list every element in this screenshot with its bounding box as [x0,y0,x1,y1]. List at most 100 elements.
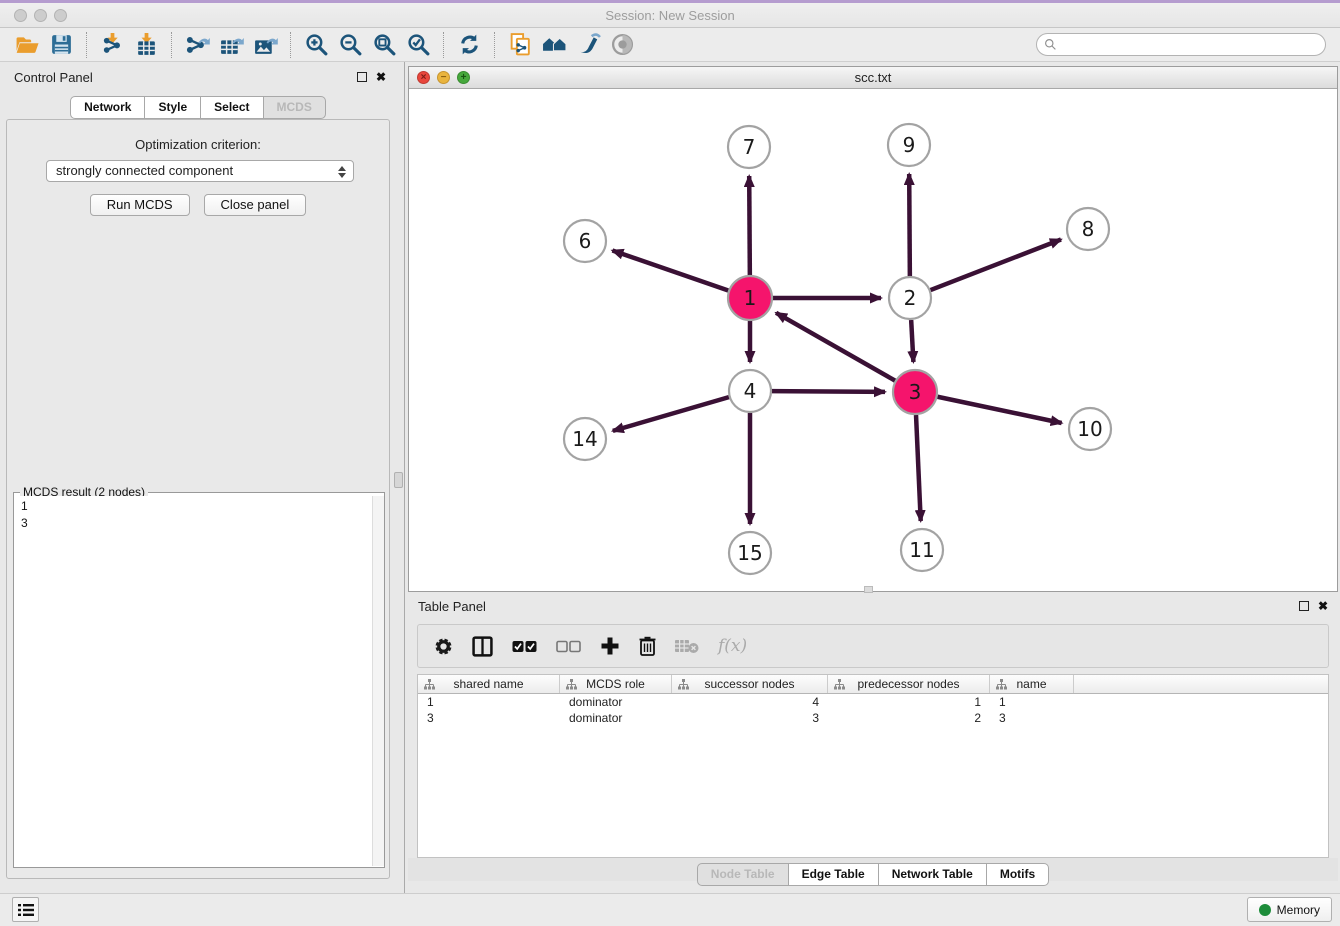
delete-table-icon [675,638,699,654]
network-window: × − + scc.txt 7968124314101511 [408,66,1338,592]
column-type-icon [996,679,1007,690]
zoom-selected-button[interactable] [401,30,435,60]
tab-edge-table[interactable]: Edge Table [788,863,879,886]
trash-icon [639,636,656,656]
tab-mcds[interactable]: MCDS [263,96,326,119]
export-image-button[interactable] [248,30,282,60]
table-cell[interactable]: 3 [672,710,828,726]
table-cell[interactable]: 4 [672,694,828,710]
columns-button[interactable] [472,636,493,657]
checked-boxes-button[interactable] [512,640,537,653]
search-input[interactable] [1061,38,1325,52]
column-header-shared-name[interactable]: shared name [418,675,560,693]
table-cell[interactable]: dominator [560,710,672,726]
edge-2-3[interactable] [911,320,913,362]
close-panel-icon[interactable]: ✖ [376,71,386,83]
tab-select[interactable]: Select [200,96,263,119]
open-button[interactable] [10,30,44,60]
node-label-10: 10 [1077,417,1102,441]
optimization-criterion-select[interactable]: strongly connected component [46,160,354,182]
network-resize-handle[interactable] [864,586,873,593]
close-panel-icon[interactable]: ✖ [1318,600,1328,612]
network-canvas[interactable]: 7968124314101511 [409,89,1337,591]
gear-button[interactable] [434,637,453,656]
node-label-14: 14 [572,427,597,451]
tab-network-table[interactable]: Network Table [878,863,987,886]
refresh-button[interactable] [452,30,486,60]
network-graph[interactable]: 7968124314101511 [409,89,1337,591]
float-panel-icon[interactable] [1299,601,1309,611]
column-type-icon [678,679,689,690]
save-button[interactable] [44,30,78,60]
import-network-button[interactable] [95,30,129,60]
table-row[interactable]: 1dominator411 [418,694,1328,710]
memory-button[interactable]: Memory [1247,897,1332,922]
table-panel-header: Table Panel ✖ [408,595,1338,619]
edge-1-7[interactable] [749,176,750,275]
control-panel-header: Control Panel ✖ [0,66,396,92]
home-button[interactable] [537,30,571,60]
zoom-out-button[interactable] [333,30,367,60]
app-titlebar: Session: New Session [0,3,1340,28]
edge-3-11[interactable] [916,415,921,521]
table-cell[interactable]: 2 [828,710,990,726]
table-cell[interactable]: 3 [418,710,560,726]
edge-3-1[interactable] [776,313,895,381]
control-panel-tabs: NetworkStyleSelectMCDS [0,96,396,119]
mcds-result-scrollbar[interactable] [372,496,384,866]
export-table-button[interactable] [214,30,248,60]
table-row[interactable]: 3dominator323 [418,710,1328,726]
memory-status-icon [1259,904,1271,916]
column-type-icon [424,679,435,690]
tab-network[interactable]: Network [70,96,145,119]
unchecked-boxes-button[interactable] [556,640,581,653]
style-button[interactable] [571,30,605,60]
column-label: name [1016,677,1046,691]
table-cell[interactable]: 1 [418,694,560,710]
table-panel-title: Table Panel [418,599,486,614]
import-table-button[interactable] [129,30,163,60]
edge-2-9[interactable] [909,174,910,276]
window-title: Session: New Session [0,8,1340,23]
run-mcds-button[interactable]: Run MCDS [90,194,190,216]
table-cell[interactable]: dominator [560,694,672,710]
float-panel-icon[interactable] [357,72,367,82]
fx-icon: f(x) [718,636,747,656]
column-header-name[interactable]: name [990,675,1074,693]
node-label-11: 11 [909,538,934,562]
node-table[interactable]: shared nameMCDS rolesuccessor nodesprede… [417,674,1329,858]
edge-4-3[interactable] [772,391,885,392]
edge-2-8[interactable] [931,239,1061,290]
zoom-in-button[interactable] [299,30,333,60]
column-header-MCDS-role[interactable]: MCDS role [560,675,672,693]
column-header-successor-nodes[interactable]: successor nodes [672,675,828,693]
mcds-tab-content: Optimization criterion: strongly connect… [6,119,390,879]
splitter-handle[interactable] [394,472,403,488]
plus-button[interactable] [600,636,620,656]
table-cell[interactable]: 1 [990,694,1074,710]
eye-button[interactable] [605,30,639,60]
search-box[interactable] [1036,33,1326,56]
mcds-result-list[interactable]: 1 3 [15,496,371,866]
export-network-button[interactable] [180,30,214,60]
task-history-button[interactable] [12,897,39,922]
tab-node-table[interactable]: Node Table [697,863,789,886]
home-icon [542,32,567,57]
table-cell[interactable]: 1 [828,694,990,710]
edge-3-10[interactable] [938,397,1062,423]
node-label-4: 4 [744,379,757,403]
edge-4-14[interactable] [613,397,729,431]
close-panel-button[interactable]: Close panel [204,194,307,216]
trash-button[interactable] [639,636,656,656]
tab-style[interactable]: Style [144,96,201,119]
network-window-titlebar[interactable]: × − + scc.txt [409,67,1337,89]
duplicate-network-button[interactable] [503,30,537,60]
vertical-splitter[interactable] [404,62,405,893]
table-cell[interactable]: 3 [990,710,1074,726]
zoom-fit-icon [372,32,397,57]
edge-1-6[interactable] [612,250,728,290]
tab-motifs[interactable]: Motifs [986,863,1049,886]
column-header-predecessor-nodes[interactable]: predecessor nodes [828,675,990,693]
zoom-fit-button[interactable] [367,30,401,60]
control-panel-title: Control Panel [14,70,93,85]
